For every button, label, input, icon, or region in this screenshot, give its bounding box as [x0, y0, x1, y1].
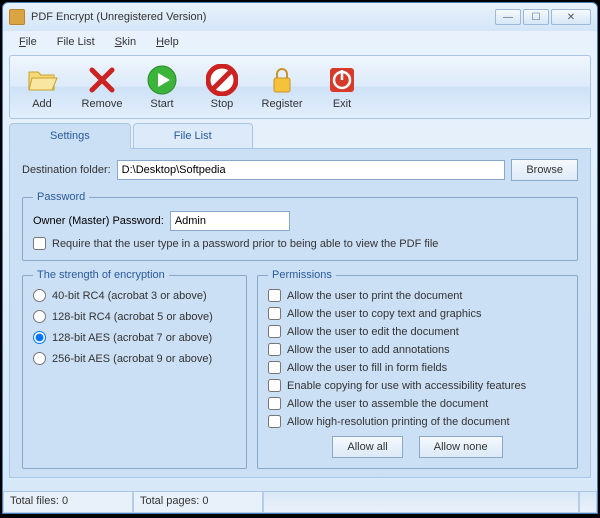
encryption-group: The strength of encryption 40-bit RC4 (a…	[22, 269, 247, 469]
status-progress	[263, 492, 579, 513]
allow-all-button[interactable]: Allow all	[332, 436, 402, 458]
power-icon	[326, 64, 358, 96]
app-window: PDF Encrypt (Unregistered Version) — ☐ ✕…	[2, 2, 598, 514]
destination-input[interactable]	[117, 160, 506, 180]
menu-file[interactable]: File	[11, 33, 45, 51]
owner-password-label: Owner (Master) Password:	[33, 215, 164, 227]
toolbar: Add Remove Start Stop Register Exit	[9, 55, 591, 119]
perm-option-4[interactable]: Allow the user to fill in form fields	[268, 361, 567, 374]
owner-password-input[interactable]	[170, 211, 290, 231]
allow-none-button[interactable]: Allow none	[419, 436, 503, 458]
lock-icon	[266, 64, 298, 96]
resize-grip[interactable]	[579, 492, 597, 513]
destination-row: Destination folder: Browse	[22, 159, 578, 181]
perm-option-0[interactable]: Allow the user to print the document	[268, 289, 567, 302]
menubar: File File List Skin Help	[3, 31, 597, 53]
browse-button[interactable]: Browse	[511, 159, 578, 181]
encryption-radio-3[interactable]	[33, 352, 46, 365]
owner-password-row: Owner (Master) Password:	[33, 211, 567, 231]
maximize-button[interactable]: ☐	[523, 9, 549, 25]
permissions-legend: Permissions	[268, 269, 336, 281]
permissions-group: Permissions Allow the user to print the …	[257, 269, 578, 469]
menu-skin[interactable]: Skin	[107, 33, 144, 51]
encryption-legend: The strength of encryption	[33, 269, 169, 281]
encryption-radio-0[interactable]	[33, 289, 46, 302]
window-controls: — ☐ ✕	[495, 9, 591, 25]
perm-option-1[interactable]: Allow the user to copy text and graphics	[268, 307, 567, 320]
columns: The strength of encryption 40-bit RC4 (a…	[22, 269, 578, 477]
permissions-options: Allow the user to print the document All…	[268, 289, 567, 428]
encryption-option-0[interactable]: 40-bit RC4 (acrobat 3 or above)	[33, 289, 236, 302]
status-total-pages: Total pages: 0	[133, 492, 263, 513]
menu-file-list[interactable]: File List	[49, 33, 103, 51]
status-total-files: Total files: 0	[3, 492, 133, 513]
encryption-radio-1[interactable]	[33, 310, 46, 323]
exit-button[interactable]: Exit	[318, 64, 366, 110]
tab-file-list[interactable]: File List	[133, 123, 253, 149]
stop-button[interactable]: Stop	[198, 64, 246, 110]
password-group: Password Owner (Master) Password: Requir…	[22, 191, 578, 261]
add-label: Add	[32, 98, 52, 110]
titlebar[interactable]: PDF Encrypt (Unregistered Version) — ☐ ✕	[3, 3, 597, 31]
window-title: PDF Encrypt (Unregistered Version)	[31, 11, 495, 23]
perm-checkbox-2[interactable]	[268, 325, 281, 338]
statusbar: Total files: 0 Total pages: 0	[3, 491, 597, 513]
tab-settings[interactable]: Settings	[9, 123, 131, 149]
play-icon	[146, 64, 178, 96]
remove-label: Remove	[82, 98, 123, 110]
minimize-button[interactable]: —	[495, 9, 521, 25]
menu-help[interactable]: Help	[148, 33, 187, 51]
permissions-buttons: Allow all Allow none	[268, 436, 567, 458]
perm-checkbox-6[interactable]	[268, 397, 281, 410]
x-icon	[86, 64, 118, 96]
perm-checkbox-4[interactable]	[268, 361, 281, 374]
register-button[interactable]: Register	[258, 64, 306, 110]
perm-option-5[interactable]: Enable copying for use with accessibilit…	[268, 379, 567, 392]
require-password-checkbox[interactable]	[33, 237, 46, 250]
tab-strip: Settings File List	[9, 123, 591, 149]
close-button[interactable]: ✕	[551, 9, 591, 25]
destination-label: Destination folder:	[22, 164, 111, 176]
require-password-row: Require that the user type in a password…	[33, 237, 567, 250]
perm-checkbox-0[interactable]	[268, 289, 281, 302]
perm-checkbox-7[interactable]	[268, 415, 281, 428]
app-icon	[9, 9, 25, 25]
remove-button[interactable]: Remove	[78, 64, 126, 110]
perm-checkbox-3[interactable]	[268, 343, 281, 356]
encryption-options: 40-bit RC4 (acrobat 3 or above) 128-bit …	[33, 289, 236, 365]
folder-open-icon	[26, 64, 58, 96]
encryption-radio-2[interactable]	[33, 331, 46, 344]
add-button[interactable]: Add	[18, 64, 66, 110]
exit-label: Exit	[333, 98, 351, 110]
encryption-option-1[interactable]: 128-bit RC4 (acrobat 5 or above)	[33, 310, 236, 323]
perm-option-3[interactable]: Allow the user to add annotations	[268, 343, 567, 356]
encryption-option-3[interactable]: 256-bit AES (acrobat 9 or above)	[33, 352, 236, 365]
perm-checkbox-5[interactable]	[268, 379, 281, 392]
start-label: Start	[150, 98, 173, 110]
perm-checkbox-1[interactable]	[268, 307, 281, 320]
no-entry-icon	[206, 64, 238, 96]
perm-option-2[interactable]: Allow the user to edit the document	[268, 325, 567, 338]
perm-option-7[interactable]: Allow high-resolution printing of the do…	[268, 415, 567, 428]
settings-panel: Destination folder: Browse Password Owne…	[9, 148, 591, 478]
stop-label: Stop	[211, 98, 234, 110]
password-legend: Password	[33, 191, 89, 203]
require-password-label: Require that the user type in a password…	[52, 238, 438, 250]
perm-option-6[interactable]: Allow the user to assemble the document	[268, 397, 567, 410]
register-label: Register	[262, 98, 303, 110]
encryption-option-2[interactable]: 128-bit AES (acrobat 7 or above)	[33, 331, 236, 344]
start-button[interactable]: Start	[138, 64, 186, 110]
